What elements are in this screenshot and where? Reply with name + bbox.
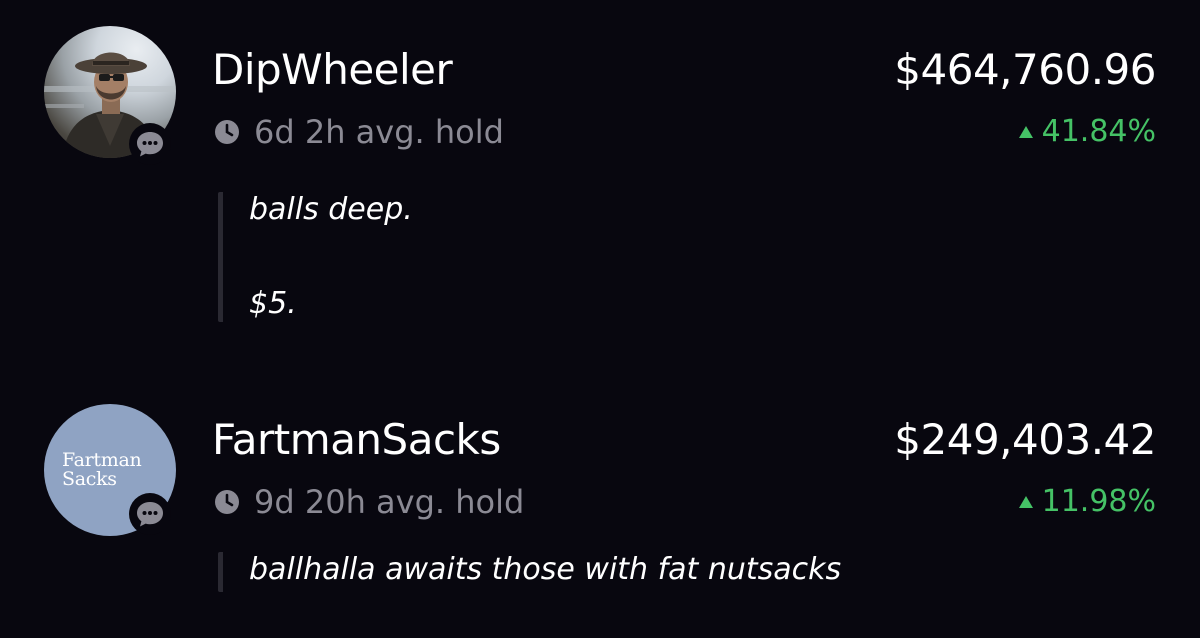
percent-change: 41.84%	[1018, 114, 1156, 149]
chat-badge[interactable]	[129, 493, 171, 535]
quote-line: ballhalla awaits those with fat nutsacks	[249, 552, 842, 587]
leaderboard-entry[interactable]: DipWheeler 6d 2h avg. hold $464,760.96 4…	[0, 0, 1200, 360]
chat-bubble-icon	[137, 502, 163, 527]
username[interactable]: FartmanSacks	[212, 415, 501, 464]
avg-hold: 9d 20h avg. hold	[214, 483, 524, 521]
avg-hold-text: 9d 20h avg. hold	[254, 483, 525, 521]
quote-line: $5.	[249, 286, 297, 321]
up-triangle-icon	[1018, 125, 1034, 139]
quote-line: balls deep.	[249, 192, 413, 227]
percent-change-text: 41.84%	[1041, 114, 1156, 149]
chat-badge[interactable]	[129, 123, 171, 165]
leaderboard-entry[interactable]: Fartman Sacks FartmanSacks 9d 20h avg. h…	[0, 392, 1200, 638]
clock-icon	[214, 119, 240, 145]
avg-hold-text: 6d 2h avg. hold	[254, 113, 504, 151]
portfolio-value: $464,760.96	[894, 45, 1156, 94]
chat-bubble-icon	[137, 132, 163, 157]
clock-icon	[214, 489, 240, 515]
up-triangle-icon	[1018, 495, 1034, 509]
avg-hold: 6d 2h avg. hold	[214, 113, 504, 151]
portfolio-value: $249,403.42	[894, 415, 1156, 464]
username[interactable]: DipWheeler	[212, 45, 453, 94]
percent-change-text: 11.98%	[1041, 484, 1156, 519]
bio-quote: balls deep. $5.	[218, 192, 413, 322]
bio-quote: ballhalla awaits those with fat nutsacks	[218, 552, 841, 592]
percent-change: 11.98%	[1018, 484, 1156, 519]
logo-text: Sacks	[62, 468, 117, 490]
